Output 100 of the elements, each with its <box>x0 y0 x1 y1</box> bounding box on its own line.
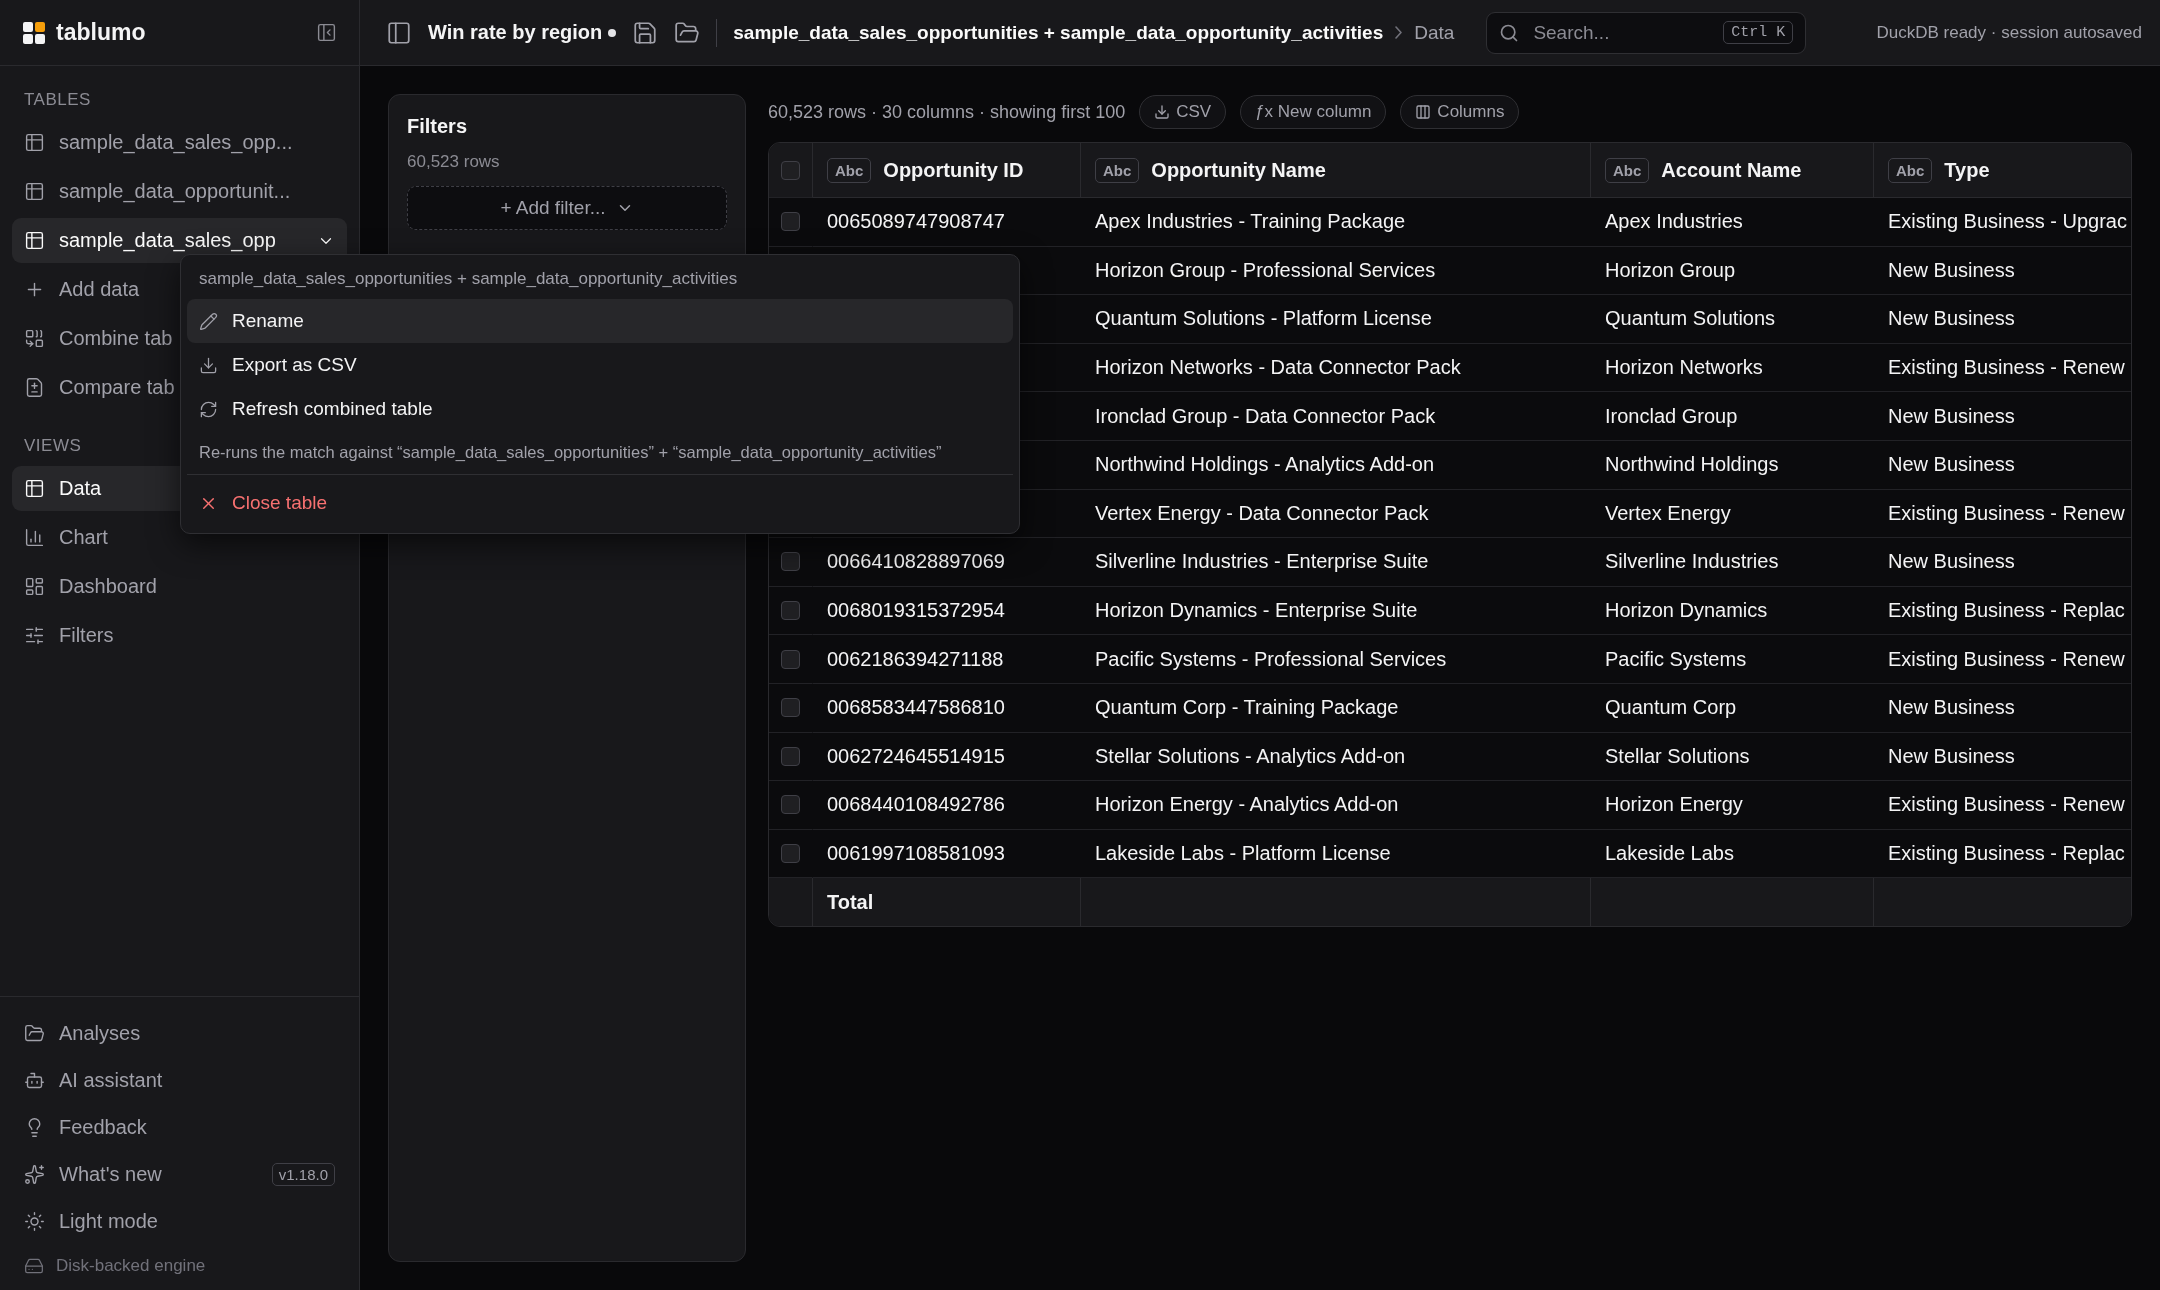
total-label: Total <box>827 890 874 914</box>
chevron-right-icon <box>1395 26 1403 39</box>
sidebar-link[interactable]: Light mode <box>12 1199 347 1244</box>
table-cell: Horizon Networks <box>1605 356 1763 380</box>
search-field[interactable]: Search... Ctrl K <box>1486 11 1807 54</box>
sun-icon <box>24 1211 45 1232</box>
table-cell: Existing Business - Replac <box>1888 599 2125 623</box>
sidebar-link[interactable]: Analyses <box>12 1011 347 1056</box>
add-filter-button[interactable]: + Add filter... <box>407 186 727 230</box>
table-cell: Ironclad Group <box>1605 404 1738 428</box>
column-header[interactable]: Abc Type <box>1874 143 2131 198</box>
columns-icon <box>1415 104 1432 120</box>
table-cell: Horizon Group - Professional Services <box>1095 258 1436 282</box>
table-item[interactable]: sample_data_sales_opp... <box>12 120 347 165</box>
folder-icon <box>24 1023 45 1044</box>
type-badge: Abc <box>1605 157 1650 183</box>
table-icon <box>24 230 45 251</box>
select-all-checkbox[interactable] <box>781 160 800 180</box>
sidebar-link[interactable]: What's new v1.18.0 <box>12 1152 347 1197</box>
table-cell: 0062724645514915 <box>827 744 1005 768</box>
logo-icon <box>22 20 46 45</box>
table-cell: Existing Business - Renew <box>1888 647 2125 671</box>
sidebar-toggle-icon[interactable] <box>386 19 412 46</box>
row-checkbox[interactable] <box>781 746 800 766</box>
collapse-sidebar-icon[interactable] <box>316 22 337 43</box>
bar-chart-icon <box>24 527 45 548</box>
table-summary: 60,523 rows · 30 columns · showing first 100 <box>768 101 1126 123</box>
table-cell: Existing Business - Renew <box>1888 501 2125 525</box>
menu-item[interactable]: Rename <box>187 299 1013 343</box>
table-cell: 0061997108581093 <box>827 842 1005 865</box>
row-checkbox[interactable] <box>781 844 800 863</box>
row-checkbox[interactable] <box>781 212 800 232</box>
table-cell: Horizon Group <box>1605 258 1736 282</box>
breadcrumb-item[interactable]: sample_data_sales_opportunities + sample_data_opportunity_activities <box>733 21 1384 44</box>
table-cell: Quantum Solutions - Platform License <box>1095 307 1432 331</box>
menu-title: sample_data_sales_opportunities + sample_data_opportunity_activities <box>198 268 739 290</box>
row-checkbox[interactable] <box>781 601 800 621</box>
table-item[interactable]: sample_data_opportunit... <box>12 169 347 214</box>
table-cell: 0068583447586810 <box>827 696 1005 720</box>
table-cell: 0062186394271188 <box>827 647 1004 671</box>
column-header[interactable]: Abc Opportunity Name <box>1081 143 1591 198</box>
shortcut-hint: Ctrl K <box>1723 21 1794 44</box>
download-icon <box>1154 104 1171 120</box>
column-header[interactable]: Abc Opportunity ID <box>813 143 1081 198</box>
table-cell: Quantum Corp <box>1605 696 1737 720</box>
row-checkbox[interactable] <box>781 698 800 718</box>
view-item[interactable]: Dashboard <box>12 564 347 609</box>
toolbar-button[interactable]: ƒx New column <box>1240 95 1387 129</box>
table-cell: Horizon Dynamics - Enterprise Suite <box>1095 599 1418 623</box>
breadcrumb-item[interactable]: Data <box>1414 21 1455 44</box>
status-text: DuckDB ready · session autosaved <box>1876 22 2142 43</box>
view-item[interactable]: Filters <box>12 613 347 658</box>
table-cell: Horizon Networks - Data Connector Pack <box>1095 356 1461 380</box>
table-cell: Horizon Energy <box>1605 793 1743 817</box>
row-checkbox[interactable] <box>781 649 800 669</box>
panel-title: Filters <box>407 115 469 138</box>
table-cell: Apex Industries <box>1605 210 1743 234</box>
menu-item[interactable]: Refresh combined table <box>187 387 1013 431</box>
toolbar-button[interactable]: CSV <box>1139 95 1227 129</box>
table-cell: Lakeside Labs <box>1605 842 1734 865</box>
search-input[interactable]: Search... <box>1531 20 1712 45</box>
table-cell: New Business <box>1888 453 2015 477</box>
table-cell: Stellar Solutions <box>1605 744 1750 768</box>
hard-drive-icon <box>24 1256 44 1276</box>
row-count: 60,523 rows <box>407 152 501 172</box>
sidebar-link[interactable]: Feedback <box>12 1105 347 1150</box>
table-cell: Stellar Solutions - Analytics Add-on <box>1095 744 1406 768</box>
type-badge: Abc <box>1095 157 1140 183</box>
table-cell: New Business <box>1888 404 2015 428</box>
table-cell: 0068440108492786 <box>827 793 1005 817</box>
table-cell: Vertex Energy - Data Connector Pack <box>1095 501 1429 525</box>
type-badge: Abc <box>1888 157 1933 183</box>
pencil-icon <box>199 311 218 331</box>
dashboard-icon <box>24 576 45 597</box>
row-checkbox[interactable] <box>781 552 800 572</box>
version-badge: v1.18.0 <box>271 1163 335 1186</box>
save-icon[interactable] <box>632 19 659 46</box>
table-cell: New Business <box>1888 696 2015 720</box>
table-cell: Ironclad Group - Data Connector Pack <box>1095 404 1436 428</box>
type-badge: Abc <box>827 157 872 183</box>
table-cell: 0068019315372954 <box>827 599 1005 623</box>
menu-item[interactable]: Export as CSV <box>187 343 1013 387</box>
table-cell: Apex Industries - Training Package <box>1095 210 1406 234</box>
column-header[interactable]: Abc Account Name <box>1591 143 1874 198</box>
table-cell: Vertex Energy <box>1605 501 1731 525</box>
sidebar-link[interactable]: AI assistant <box>12 1058 347 1103</box>
table-cell: Lakeside Labs - Platform License <box>1095 842 1391 865</box>
table-cell: Pacific Systems <box>1605 647 1747 671</box>
table-cell: Existing Business - Renew <box>1888 356 2125 380</box>
table-cell: New Business <box>1888 550 2015 574</box>
toolbar-button[interactable]: Columns <box>1400 95 1520 129</box>
table-cell: Silverline Industries - Enterprise Suite <box>1095 550 1429 574</box>
sliders-icon <box>24 625 45 646</box>
table-cell: Existing Business - Renew <box>1888 793 2125 817</box>
row-checkbox[interactable] <box>781 795 800 815</box>
app-name: tablumo <box>56 19 147 46</box>
folder-icon[interactable] <box>674 19 701 46</box>
table-cell: Horizon Dynamics <box>1605 599 1768 623</box>
table-cell: Existing Business - Upgrac <box>1888 210 2127 234</box>
table-cell: 0066410828897069 <box>827 550 1005 574</box>
